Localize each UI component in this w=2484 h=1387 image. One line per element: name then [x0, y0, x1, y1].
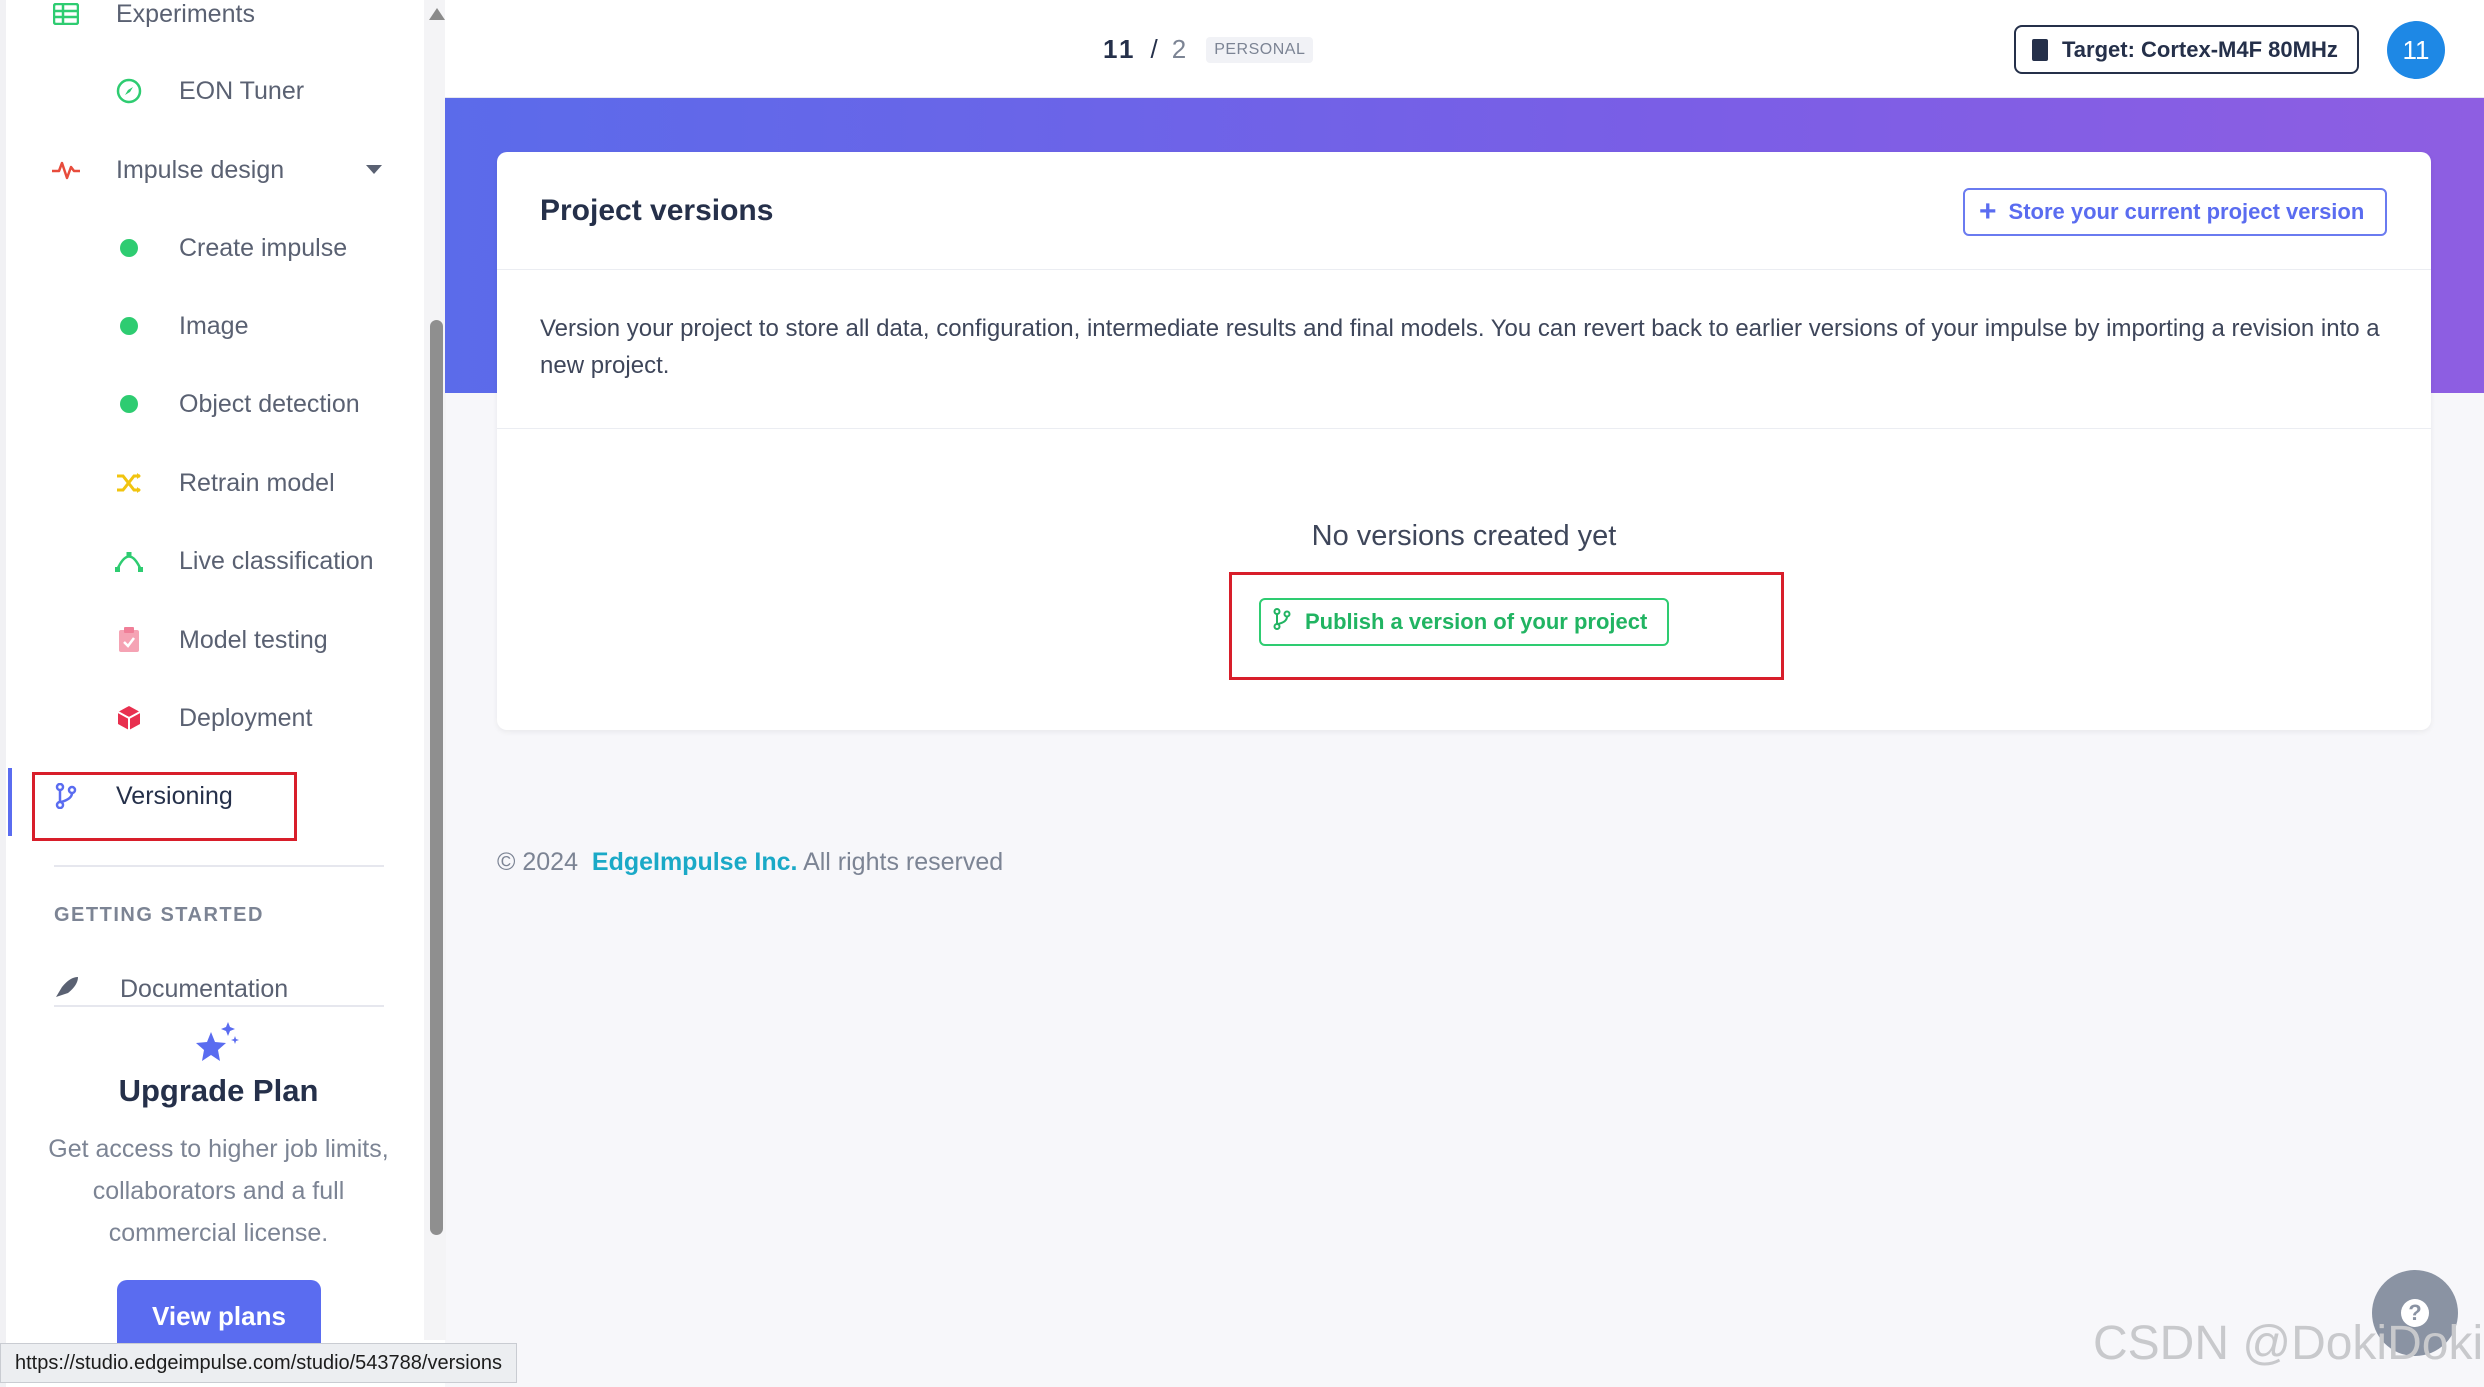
sidebar-item-label: Model testing: [179, 625, 328, 654]
divider: [497, 428, 2431, 429]
counter-separator: /: [1150, 34, 1158, 64]
upgrade-title: Upgrade Plan: [118, 1073, 319, 1108]
table-icon: [46, 3, 86, 25]
sidebar-item-image[interactable]: Image: [109, 296, 248, 356]
scroll-up-arrow-icon[interactable]: [429, 8, 445, 20]
curve-nodes-icon: [109, 549, 149, 573]
target-device-button[interactable]: Target: Cortex-M4F 80MHz: [2014, 25, 2359, 74]
versions-description: Version your project to store all data, …: [540, 315, 2380, 379]
sidebar-item-label: Image: [179, 311, 249, 340]
sidebar-item-label: Retrain model: [179, 468, 335, 497]
active-indicator: [8, 768, 12, 836]
divider: [54, 865, 384, 867]
sidebar-item-label: Experiments: [116, 0, 255, 28]
page-title: Project versions: [540, 194, 774, 227]
topbar: 11 / 2 PERSONAL Target: Cortex-M4F 80MHz…: [445, 0, 2484, 98]
cube-icon: [109, 705, 149, 731]
copyright-text: © 2024: [497, 848, 578, 876]
highlight-box: [32, 772, 297, 841]
chip-icon: [2032, 38, 2048, 61]
sidebar-item-label: EON Tuner: [179, 76, 305, 105]
sidebar-item-label: Impulse design: [116, 155, 285, 184]
sidebar-item-deployment[interactable]: Deployment: [109, 688, 312, 748]
sidebar-item-label: Live classification: [179, 546, 374, 575]
plus-icon: +: [1979, 195, 1997, 228]
rights-text: All rights reserved: [803, 848, 1004, 876]
status-dot-icon: [109, 317, 149, 335]
store-version-label: Store your current project version: [2008, 199, 2365, 224]
sidebar-item-create-impulse[interactable]: Create impulse: [109, 218, 347, 278]
sidebar-item-label: Documentation: [120, 975, 289, 999]
counter-total: 2: [1171, 34, 1187, 64]
sidebar-item-model-testing[interactable]: Model testing: [109, 610, 328, 670]
divider: [54, 1005, 384, 1007]
counter-current: 11: [1103, 34, 1137, 64]
status-dot-icon: [109, 395, 149, 413]
sidebar-item-label: Create impulse: [179, 233, 348, 262]
status-dot-icon: [109, 239, 149, 257]
project-counter: 11 / 2 PERSONAL: [1103, 34, 1314, 65]
personal-badge: PERSONAL: [1206, 36, 1314, 63]
sidebar-item-experiments[interactable]: Experiments: [46, 0, 255, 44]
company-link[interactable]: EdgeImpulse Inc.: [592, 848, 798, 876]
avatar[interactable]: 11: [2387, 21, 2445, 79]
sidebar-item-object-detection[interactable]: Object detection: [109, 374, 360, 434]
pulse-icon: [46, 159, 86, 181]
sidebar-item-impulse-design[interactable]: Impulse design: [46, 140, 284, 200]
highlight-box: [1229, 572, 1784, 680]
store-version-button[interactable]: + Store your current project version: [1963, 188, 2387, 236]
upgrade-text: Get access to higher job limits, collabo…: [48, 1135, 389, 1247]
status-bar-url: https://studio.edgeimpulse.com/studio/54…: [0, 1343, 517, 1383]
view-plans-button[interactable]: View plans: [117, 1280, 321, 1352]
watermark: CSDN @DokiDoki`: [2093, 1317, 2484, 1370]
shuffle-icon: [109, 472, 149, 494]
target-label: Target: Cortex-M4F 80MHz: [2062, 36, 2338, 62]
sidebar-item-label: Object detection: [179, 389, 360, 418]
card-header: Project versions + Store your current pr…: [497, 152, 2431, 270]
footer: © 2024 EdgeImpulse Inc. All rights reser…: [497, 848, 1003, 877]
sparkle-star-icon: [193, 1020, 241, 1073]
empty-state-message: No versions created yet: [1311, 520, 1617, 552]
section-label-getting-started: GETTING STARTED: [54, 904, 264, 926]
clipboard-check-icon: [109, 627, 149, 653]
scrollbar-thumb[interactable]: [430, 320, 443, 1235]
rocket-icon: [54, 975, 80, 999]
sidebar: Experiments EON Tuner Impulse design Cre…: [0, 0, 446, 1387]
sidebar-item-documentation[interactable]: Documentation: [54, 975, 288, 999]
sidebar-item-retrain-model[interactable]: Retrain model: [109, 453, 335, 513]
chevron-down-icon[interactable]: [366, 165, 382, 174]
compass-icon: [109, 78, 149, 104]
sidebar-item-label: Deployment: [179, 703, 313, 732]
sidebar-item-live-classification[interactable]: Live classification: [109, 531, 374, 591]
sidebar-item-eon-tuner[interactable]: EON Tuner: [109, 61, 304, 121]
